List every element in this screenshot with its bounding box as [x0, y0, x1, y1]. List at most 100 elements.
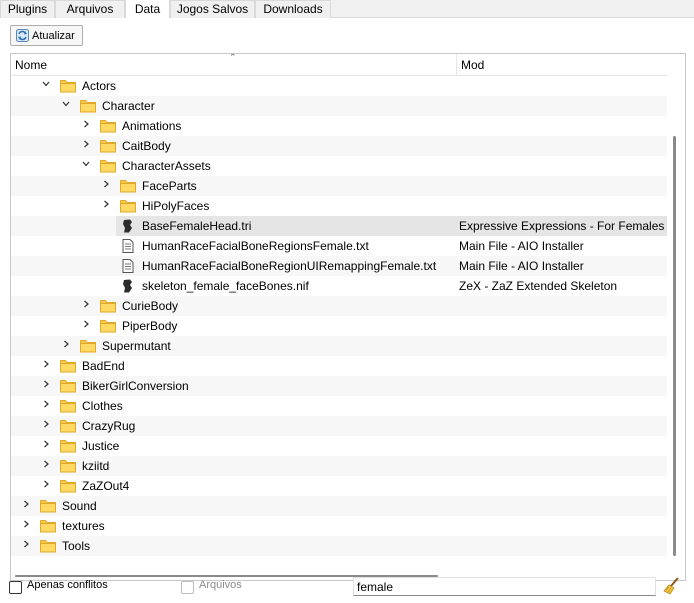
tree-row-justice[interactable]: Justice: [11, 436, 667, 456]
folder-icon: [60, 439, 76, 453]
filter-input[interactable]: [353, 577, 656, 596]
tree-item-name: Supermutant: [102, 339, 171, 353]
chevron-right-icon[interactable]: [80, 299, 92, 313]
tab-plugins[interactable]: Plugins: [0, 0, 55, 18]
tab-arquivos[interactable]: Arquivos: [55, 0, 125, 18]
tree-row-tools[interactable]: Tools: [11, 536, 667, 556]
vertical-scrollbar[interactable]: [667, 76, 685, 558]
tree-item-name: Justice: [82, 439, 120, 453]
tab-jogos-salvos[interactable]: Jogos Salvos: [170, 0, 255, 18]
data-panel: Atualizar ⌃ Nome Mod Actors Character Anim…: [0, 18, 694, 603]
tree-row-actors[interactable]: Actors: [11, 76, 667, 96]
tree-header: ⌃ Nome Mod: [11, 54, 667, 76]
tree-item-name: ZaZOut4: [82, 479, 130, 493]
chevron-right-icon[interactable]: [60, 339, 72, 353]
tree-row-sound[interactable]: Sound: [11, 496, 667, 516]
broom-icon[interactable]: [663, 577, 681, 595]
filter-bar: Apenas conflitos Arquivos: [0, 571, 694, 603]
tree-row-character[interactable]: Character: [11, 96, 667, 116]
only-conflicts-checkbox[interactable]: [9, 581, 22, 594]
tree-row-animations[interactable]: Animations: [11, 116, 667, 136]
tree-row-supermutant[interactable]: Supermutant: [11, 336, 667, 356]
archives-checkbox[interactable]: [181, 581, 194, 594]
tree-item-name: textures: [62, 519, 105, 533]
chevron-right-icon[interactable]: [80, 139, 92, 153]
tree-item-name: Sound: [62, 499, 97, 513]
tree-row-badend[interactable]: BadEnd: [11, 356, 667, 376]
folder-icon: [40, 499, 56, 513]
tab-bar: Plugins Arquivos Data Jogos Salvos Downl…: [0, 0, 694, 18]
refresh-button[interactable]: Atualizar: [10, 25, 83, 46]
model-file-icon: [120, 279, 136, 293]
tree-item-name: CharacterAssets: [122, 159, 211, 173]
folder-icon: [120, 179, 136, 193]
tree-row-zazout4[interactable]: ZaZOut4: [11, 476, 667, 496]
chevron-right-icon[interactable]: [20, 519, 32, 533]
chevron-right-icon[interactable]: [20, 539, 32, 553]
tree-row-caitbody[interactable]: CaitBody: [11, 136, 667, 156]
tree-item-name: Character: [102, 99, 155, 113]
tree-item-name: HumanRaceFacialBoneRegionUIRemappingFema…: [142, 259, 437, 273]
chevron-right-icon[interactable]: [40, 479, 52, 493]
tree-row-bikergirlconversion[interactable]: BikerGirlConversion: [11, 376, 667, 396]
vertical-scroll-thumb[interactable]: [673, 136, 676, 556]
folder-icon: [100, 299, 116, 313]
chevron-right-icon[interactable]: [40, 379, 52, 393]
tree-item-mod: Expressive Expressions - For Females: [459, 219, 665, 233]
chevron-right-icon[interactable]: [40, 459, 52, 473]
refresh-icon: [16, 29, 29, 42]
tree-item-name: CrazyRug: [82, 419, 136, 433]
tree-row-piperbody[interactable]: PiperBody: [11, 316, 667, 336]
tree-item-name: kziitd: [82, 459, 110, 473]
tree-item-name: BikerGirlConversion: [82, 379, 189, 393]
tree-item-name: Tools: [62, 539, 91, 553]
tree-row-characterassets[interactable]: CharacterAssets: [11, 156, 667, 176]
refresh-label: Atualizar: [32, 29, 75, 42]
text-file-icon: [120, 259, 136, 273]
data-tree[interactable]: ⌃ Nome Mod Actors Character Animations Cait…: [10, 53, 686, 581]
folder-icon: [100, 139, 116, 153]
tree-item-name: BaseFemaleHead.tri: [142, 219, 252, 233]
chevron-right-icon[interactable]: [40, 359, 52, 373]
chevron-right-icon[interactable]: [100, 179, 112, 193]
chevron-right-icon[interactable]: [80, 119, 92, 133]
folder-icon: [60, 399, 76, 413]
tree-row-curiebody[interactable]: CurieBody: [11, 296, 667, 316]
column-header-mod[interactable]: Mod: [457, 54, 667, 76]
folder-icon: [100, 159, 116, 173]
tab-data[interactable]: Data: [125, 0, 170, 18]
tree-row-faceparts[interactable]: FaceParts: [11, 176, 667, 196]
chevron-right-icon[interactable]: [20, 499, 32, 513]
chevron-down-icon[interactable]: [40, 79, 52, 93]
folder-icon: [120, 199, 136, 213]
tree-row-crazyrug[interactable]: CrazyRug: [11, 416, 667, 436]
chevron-right-icon[interactable]: [40, 419, 52, 433]
tree-row-textures[interactable]: textures: [11, 516, 667, 536]
chevron-right-icon[interactable]: [40, 399, 52, 413]
tree-item-name: CaitBody: [122, 139, 171, 153]
tree-row-basefemalehead-tri[interactable]: BaseFemaleHead.tri Expressive Expressions…: [11, 216, 667, 236]
chevron-right-icon[interactable]: [40, 439, 52, 453]
chevron-down-icon[interactable]: [80, 159, 92, 173]
archives-label: Arquivos: [199, 579, 242, 591]
chevron-right-icon[interactable]: [100, 199, 112, 213]
tree-row-humanracefacialboneregionsfemale-txt[interactable]: HumanRaceFacialBoneRegionsFemale.txt Main…: [11, 236, 667, 256]
folder-icon: [80, 339, 96, 353]
tree-row-humanracefacialboneregionuiremappingfemale-txt[interactable]: HumanRaceFacialBoneRegionUIRemappingFema…: [11, 256, 667, 276]
tree-row-hipolyfaces[interactable]: HiPolyFaces: [11, 196, 667, 216]
chevron-down-icon[interactable]: [60, 99, 72, 113]
folder-icon: [60, 479, 76, 493]
folder-icon: [80, 99, 96, 113]
tree-row-kziitd[interactable]: kziitd: [11, 456, 667, 476]
tree-item-name: PiperBody: [122, 319, 178, 333]
tree-row-clothes[interactable]: Clothes: [11, 396, 667, 416]
text-file-icon: [120, 239, 136, 253]
folder-icon: [100, 319, 116, 333]
only-conflicts-label: Apenas conflitos: [27, 579, 108, 591]
tree-row-skeleton-female-facebones-nif[interactable]: skeleton_female_faceBones.nif ZeX - ZaZ E…: [11, 276, 667, 296]
folder-icon: [60, 79, 76, 93]
tab-downloads[interactable]: Downloads: [255, 0, 331, 18]
column-header-nome[interactable]: Nome: [11, 54, 456, 76]
chevron-right-icon[interactable]: [80, 319, 92, 333]
folder-icon: [60, 379, 76, 393]
